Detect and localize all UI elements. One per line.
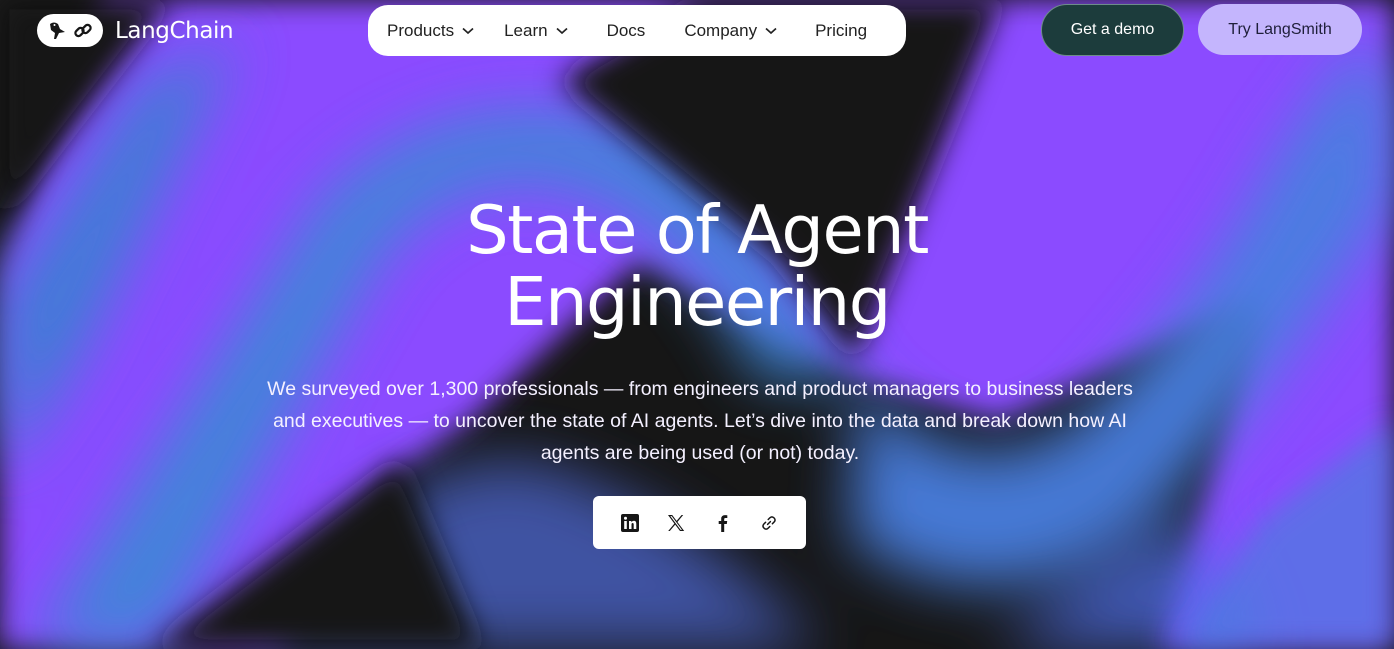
parrot-link-icon xyxy=(37,14,103,47)
facebook-icon[interactable] xyxy=(710,510,736,536)
nav-item-label: Company xyxy=(684,20,758,40)
langchain-logo[interactable]: LangChain xyxy=(37,14,234,47)
nav-item-label: Docs xyxy=(606,20,646,40)
brand-name: LangChain xyxy=(115,17,234,44)
chevron-down-icon xyxy=(462,27,474,35)
nav-item-label: Products xyxy=(387,20,455,40)
nav-item-products[interactable]: Products xyxy=(387,21,474,41)
try-langsmith-button[interactable]: Try LangSmith xyxy=(1198,4,1362,55)
nav-item-label: Pricing xyxy=(815,20,868,40)
nav-item-label: Learn xyxy=(504,20,548,40)
chevron-down-icon xyxy=(765,27,777,35)
linkedin-icon[interactable] xyxy=(617,510,643,536)
share-bar xyxy=(593,496,806,549)
nav-item-company[interactable]: Company xyxy=(684,21,777,41)
page-title: State of Agent Engineering xyxy=(0,194,1394,338)
link-icon[interactable] xyxy=(756,510,782,536)
nav-item-learn[interactable]: Learn xyxy=(504,20,568,41)
get-a-demo-button[interactable]: Get a demo xyxy=(1041,4,1184,56)
nav-item-pricing[interactable]: Pricing xyxy=(815,21,867,41)
page-title-line-2: Engineering xyxy=(504,263,891,341)
x-icon[interactable] xyxy=(663,510,689,536)
page-title-line-1: State of Agent xyxy=(466,191,929,269)
main-nav: Products Learn Docs Company Pricing xyxy=(368,5,906,56)
chevron-down-icon xyxy=(556,27,568,35)
nav-item-docs[interactable]: Docs xyxy=(607,21,646,41)
hero-subtitle: We surveyed over 1,300 professionals — f… xyxy=(267,378,1133,464)
